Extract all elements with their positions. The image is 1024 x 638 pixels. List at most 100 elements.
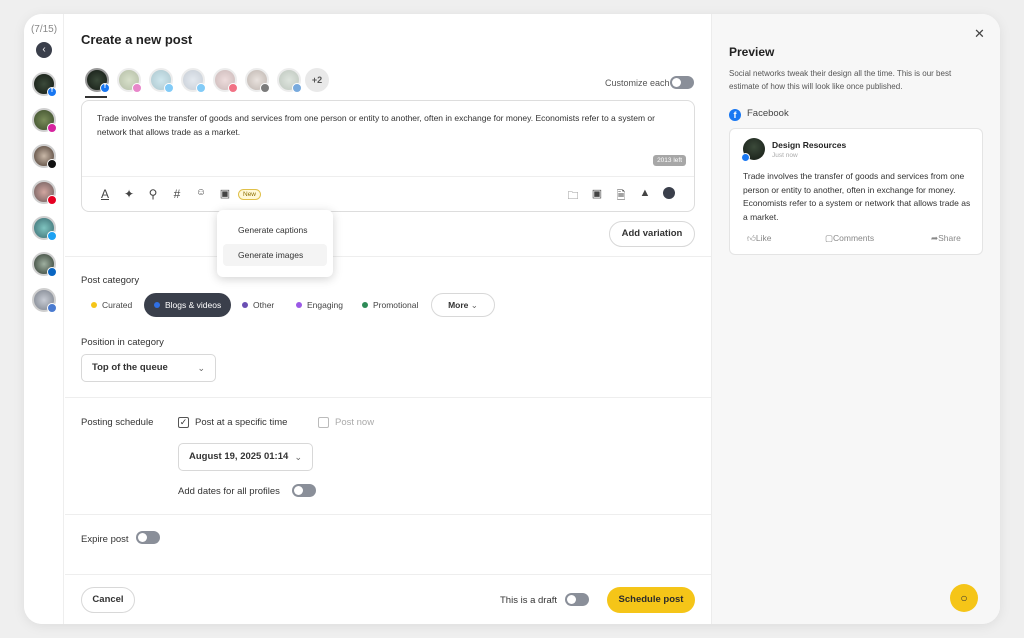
- post-now-label: Post now: [335, 417, 375, 428]
- new-badge: New: [238, 189, 262, 200]
- specific-time-checkbox[interactable]: ✓: [178, 417, 189, 428]
- ai-menu-popup: Generate captions Generate images: [217, 210, 333, 277]
- account-avatar-linkedin[interactable]: [277, 68, 302, 93]
- text-format-icon[interactable]: A: [98, 187, 112, 201]
- emoji-icon[interactable]: ☺: [194, 187, 208, 198]
- linkedin-icon: [292, 83, 302, 93]
- instagram-icon: [47, 123, 57, 133]
- add-variation-button[interactable]: Add variation: [609, 221, 695, 247]
- upload-icon[interactable]: ▲: [638, 187, 652, 199]
- divider: [65, 397, 711, 398]
- profile-avatar-linkedin[interactable]: [32, 252, 57, 277]
- profiles-rail: (7/15) ‹ f: [24, 14, 64, 624]
- share-label: Share: [938, 233, 961, 243]
- avatar: [741, 138, 765, 162]
- category-dot: [296, 302, 302, 308]
- back-arrow-icon[interactable]: ‹: [36, 42, 52, 58]
- profile-avatar-other[interactable]: [32, 288, 57, 313]
- pinterest-icon: [47, 195, 57, 205]
- preview-post-text: Trade involves the transfer of goods and…: [743, 171, 971, 222]
- draft-toggle[interactable]: [565, 593, 589, 606]
- app-window: (7/15) ‹ f Create a new post f +2 Custom…: [24, 14, 1000, 624]
- close-icon[interactable]: ✕: [974, 26, 985, 42]
- add-dates-toggle[interactable]: [292, 484, 316, 497]
- category-label: Other: [253, 300, 275, 310]
- account-avatar-facebook[interactable]: f: [85, 68, 110, 93]
- add-dates-label: Add dates for all profiles: [178, 486, 280, 497]
- post-category-label: Post category: [81, 275, 140, 286]
- category-more-button[interactable]: More ⌄: [431, 293, 495, 317]
- folder-icon[interactable]: 🗀: [566, 187, 580, 206]
- profile-avatar-facebook[interactable]: f: [32, 72, 57, 97]
- network-icon: [47, 303, 57, 313]
- post-time: Just now: [772, 152, 798, 159]
- customize-each-toggle[interactable]: [670, 76, 694, 89]
- preview-description: Social networks tweak their design all t…: [729, 69, 952, 91]
- page-title: Create a new post: [81, 32, 193, 47]
- post-editor[interactable]: Trade involves the transfer of goods and…: [81, 100, 695, 212]
- profile-avatar-pinterest[interactable]: [32, 180, 57, 205]
- generate-images-item[interactable]: Generate images: [223, 244, 327, 266]
- category-label: Blogs & videos: [165, 300, 222, 310]
- profile-avatar-tiktok[interactable]: [32, 144, 57, 169]
- preview-network: f Facebook: [729, 108, 789, 121]
- category-dot: [362, 302, 368, 308]
- category-label: Engaging: [307, 300, 343, 310]
- posting-schedule-label: Posting schedule: [81, 417, 154, 428]
- category-promotional[interactable]: Promotional: [362, 293, 418, 317]
- chevron-down-icon: ⌄: [470, 300, 478, 310]
- divider: [65, 256, 711, 257]
- schedule-post-button[interactable]: Schedule post: [607, 587, 695, 613]
- chat-icon[interactable]: ○: [950, 584, 978, 612]
- position-value: Top of the queue: [92, 362, 168, 373]
- category-curated[interactable]: Curated: [91, 293, 132, 317]
- category-other[interactable]: Other: [242, 293, 274, 317]
- document-icon[interactable]: 🗎: [614, 187, 628, 206]
- account-avatar-pinterest[interactable]: [213, 68, 238, 93]
- facebook-icon: f: [47, 87, 57, 97]
- tiktok-icon: [260, 83, 270, 93]
- generate-captions-item[interactable]: Generate captions: [223, 219, 327, 241]
- account-avatar-twitter[interactable]: [149, 68, 174, 93]
- expire-post-label: Expire post: [81, 534, 129, 545]
- account-avatar-twitter-2[interactable]: [181, 68, 206, 93]
- canva-icon[interactable]: [662, 187, 676, 202]
- post-now-checkbox[interactable]: [318, 417, 329, 428]
- post-text[interactable]: Trade involves the transfer of goods and…: [97, 112, 677, 139]
- share-action: ➦ Share: [931, 233, 961, 243]
- category-label: Promotional: [373, 300, 419, 310]
- account-avatar-instagram[interactable]: [117, 68, 142, 93]
- image-icon[interactable]: ▣: [590, 187, 604, 200]
- network-label: Facebook: [747, 108, 789, 119]
- account-avatar-tiktok[interactable]: [245, 68, 270, 93]
- chevron-down-icon: ⌄: [294, 452, 302, 462]
- specific-time-label: Post at a specific time: [195, 417, 288, 428]
- more-accounts-button[interactable]: +2: [305, 68, 329, 92]
- date-time-select[interactable]: August 19, 2025 01:14 ⌄: [178, 443, 313, 471]
- category-blogs-videos[interactable]: Blogs & videos: [144, 293, 232, 317]
- canva-circle: [663, 187, 675, 199]
- chevron-down-icon: ⌄: [197, 363, 205, 373]
- divider: [65, 514, 711, 515]
- profile-avatar-instagram[interactable]: [32, 108, 57, 133]
- profile-avatar-twitter[interactable]: [32, 216, 57, 241]
- twitter-icon: [196, 83, 206, 93]
- comments-action: ▢ Comments: [825, 233, 875, 243]
- composer-panel: Create a new post f +2 Customize each Tr…: [65, 14, 711, 624]
- cancel-button[interactable]: Cancel: [81, 587, 135, 613]
- location-pin-icon[interactable]: ⚲: [146, 187, 160, 201]
- magic-wand-icon[interactable]: ✦: [122, 187, 136, 201]
- ai-chip-icon[interactable]: ▣: [218, 187, 232, 200]
- editor-toolbar: A ✦ ⚲ # ☺ ▣ New 🗀 ▣ 🗎 ▲: [82, 176, 694, 213]
- expire-post-toggle[interactable]: [136, 531, 160, 544]
- comments-label: Comments: [833, 233, 875, 243]
- like-action: 👍︎ Like: [747, 233, 772, 243]
- linkedin-icon: [47, 267, 57, 277]
- divider: [65, 574, 711, 575]
- hashtag-icon[interactable]: #: [170, 187, 184, 201]
- like-label: Like: [755, 233, 772, 243]
- category-dot: [91, 302, 97, 308]
- category-engaging[interactable]: Engaging: [296, 293, 343, 317]
- position-select[interactable]: Top of the queue ⌄: [81, 354, 216, 382]
- draft-label: This is a draft: [500, 595, 558, 606]
